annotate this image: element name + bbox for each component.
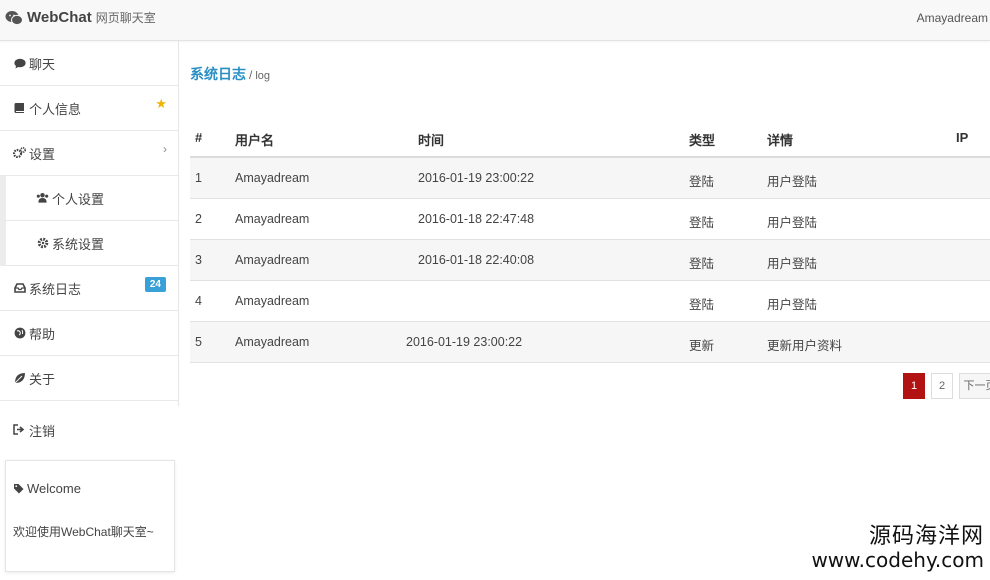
cell-type: 登陆: [689, 298, 715, 312]
sidebar-item-label: 帮助: [29, 326, 56, 342]
log-table: # 用户名 时间 类型 详情 IP 1 Amayadream 2016-01-1…: [190, 118, 990, 363]
user-menu[interactable]: Amayadream: [917, 11, 988, 25]
cell-time: 2016-01-18 22:40:08: [418, 253, 535, 267]
cell-type: 登陆: [689, 257, 715, 271]
chevron-right-icon: ›: [163, 142, 167, 156]
top-navbar: WebChat 网页聊天室 Amayadream: [0, 0, 990, 41]
breadcrumb-sub: log: [255, 70, 271, 82]
table-row: 4 Amayadream 登陆 用户登陆: [190, 281, 990, 322]
cell-index: 5: [195, 335, 202, 349]
globe-icon: [13, 327, 26, 340]
watermark: 源码海洋网 www.codehy.com: [811, 524, 984, 573]
sidebar-item-label: 系统设置: [52, 236, 105, 252]
cell-time: 2016-01-18 22:47:48: [418, 212, 535, 226]
sidebar-item-label: 系统日志: [29, 281, 82, 297]
sidebar-item-label: 设置: [29, 146, 56, 162]
sidebar-item-chat[interactable]: 聊天: [0, 41, 178, 86]
cell-username: Amayadream: [235, 171, 310, 185]
sidebar-item-label: 聊天: [29, 56, 56, 72]
tag-icon: [13, 483, 24, 494]
sidebar-item-label: 关于: [29, 371, 56, 387]
header-index: #: [195, 130, 203, 145]
cell-time: 2016-01-19 23:00:22: [418, 171, 535, 185]
brand[interactable]: WebChat 网页聊天室: [5, 9, 156, 26]
table-row: 1 Amayadream 2016-01-19 23:00:22 登陆 用户登陆: [190, 158, 990, 199]
cell-detail: 更新用户资料: [767, 339, 843, 353]
sign-out-icon: [13, 424, 26, 437]
table-row: 3 Amayadream 2016-01-18 22:40:08 登陆 用户登陆: [190, 240, 990, 281]
cell-detail: 用户登陆: [767, 175, 818, 189]
table-header: # 用户名 时间 类型 详情 IP: [190, 118, 990, 158]
sidebar-item-profile[interactable]: 个人信息 ★: [0, 86, 178, 131]
cell-username: Amayadream: [235, 212, 310, 226]
header-detail: 详情: [767, 133, 794, 148]
pagination: 1 2 下一页: [903, 373, 990, 399]
cell-username: Amayadream: [235, 253, 310, 267]
inbox-icon: [13, 282, 26, 295]
cell-index: 2: [195, 212, 202, 226]
cell-index: 1: [195, 171, 202, 185]
cell-type: 登陆: [689, 175, 715, 189]
cell-type: 更新: [689, 339, 715, 353]
watermark-title: 源码海洋网: [868, 524, 984, 549]
welcome-message: 欢迎使用WebChat聊天室~: [13, 525, 154, 539]
log-count-badge: 24: [144, 277, 166, 292]
leaf-icon: [13, 372, 26, 385]
cogs-icon: [13, 147, 26, 160]
welcome-panel: Welcome 欢迎使用WebChat聊天室~: [5, 460, 175, 572]
sidebar-item-help[interactable]: 帮助: [0, 311, 178, 356]
wechat-icon: [5, 10, 23, 25]
brand-name: WebChat: [27, 9, 92, 26]
logout-label: 注销: [29, 424, 56, 439]
header-username: 用户名: [235, 133, 275, 148]
next-page-button[interactable]: 下一页: [959, 373, 990, 399]
sidebar-item-system-log[interactable]: 系统日志 24: [0, 266, 178, 311]
watermark-url: www.codehy.com: [811, 548, 984, 573]
sidebar: 聊天 个人信息 ★ 设置 › 个人设置 系统设置 系统日志 24 帮助 关于: [0, 41, 179, 406]
cell-detail: 用户登陆: [767, 257, 818, 271]
header-ip: IP: [956, 130, 969, 145]
sidebar-item-system-settings[interactable]: 系统设置: [0, 221, 178, 266]
cell-detail: 用户登陆: [767, 216, 818, 230]
header-time: 时间: [418, 133, 445, 148]
sidebar-item-label: 个人信息: [29, 101, 82, 117]
gear-icon: [36, 237, 49, 250]
sidebar-item-about[interactable]: 关于: [0, 356, 178, 401]
cell-time: 2016-01-19 23:00:22: [406, 335, 523, 349]
sidebar-item-settings[interactable]: 设置 ›: [0, 131, 178, 176]
brand-subtitle: 网页聊天室: [95, 11, 156, 25]
cell-type: 登陆: [689, 216, 715, 230]
welcome-title-text: Welcome: [27, 481, 81, 496]
logout-link[interactable]: 注销: [0, 408, 178, 453]
star-icon: ★: [155, 96, 167, 111]
users-icon: [36, 192, 49, 205]
page-title: 系统日志: [190, 66, 246, 82]
breadcrumb: 系统日志 / log: [190, 64, 270, 84]
cell-index: 4: [195, 294, 202, 308]
page-2-button[interactable]: 2: [931, 373, 953, 399]
cell-username: Amayadream: [235, 294, 310, 308]
cell-username: Amayadream: [235, 335, 310, 349]
book-icon: [13, 102, 26, 115]
breadcrumb-separator: /: [249, 68, 253, 82]
comment-icon: [13, 57, 26, 70]
table-row: 5 Amayadream 2016-01-19 23:00:22 更新 更新用户…: [190, 322, 990, 363]
sidebar-item-personal-settings[interactable]: 个人设置: [0, 176, 178, 221]
cell-detail: 用户登陆: [767, 298, 818, 312]
cell-index: 3: [195, 253, 202, 267]
header-type: 类型: [689, 133, 716, 148]
table-row: 2 Amayadream 2016-01-18 22:47:48 登陆 用户登陆: [190, 199, 990, 240]
sidebar-item-label: 个人设置: [52, 191, 105, 207]
welcome-title: Welcome: [13, 481, 81, 496]
page-1-button[interactable]: 1: [903, 373, 925, 399]
